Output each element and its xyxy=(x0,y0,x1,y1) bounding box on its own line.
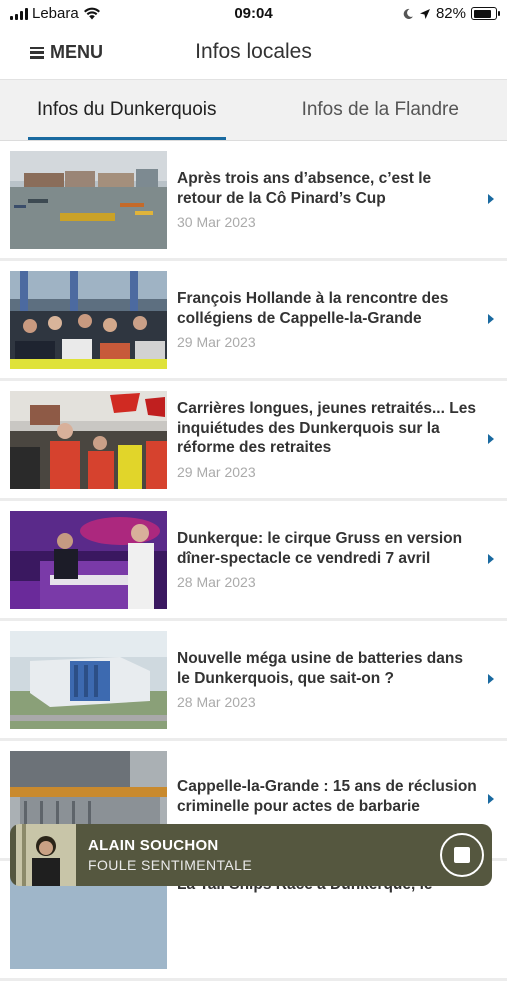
article-date: 28 Mar 2023 xyxy=(177,694,477,710)
article-thumbnail xyxy=(10,271,167,369)
page-title: Infos locales xyxy=(0,40,507,64)
article-title: François Hollande à la rencontre des col… xyxy=(177,289,477,328)
tab-bar: Infos du Dunkerquois Infos de la Flandre xyxy=(0,80,507,141)
tab-infos-dunkerquois[interactable]: Infos du Dunkerquois xyxy=(0,80,254,140)
article-thumbnail xyxy=(10,391,167,489)
stop-button[interactable] xyxy=(440,833,484,877)
article-date: 29 Mar 2023 xyxy=(177,334,477,350)
location-arrow-icon xyxy=(419,8,431,20)
article-title: Cappelle-la-Grande : 15 ans de réclusion… xyxy=(177,777,477,816)
article-item[interactable]: Carrières longues, jeunes retraités... L… xyxy=(0,381,507,501)
article-thumbnail xyxy=(10,511,167,609)
article-title: Carrières longues, jeunes retraités... L… xyxy=(177,399,477,458)
stop-icon xyxy=(454,847,470,863)
article-date: 30 Mar 2023 xyxy=(177,214,477,230)
chevron-right-icon xyxy=(488,554,494,564)
battery-level xyxy=(474,10,491,18)
article-item[interactable]: Dunkerque: le cirque Gruss en version dî… xyxy=(0,501,507,621)
player-song-title: FOULE SENTIMENTALE xyxy=(88,857,252,873)
moon-icon xyxy=(402,8,414,20)
chevron-right-icon xyxy=(488,194,494,204)
article-thumbnail xyxy=(10,151,167,249)
article-text: Nouvelle méga usine de batteries dans le… xyxy=(177,621,477,738)
article-item[interactable]: Après trois ans d’absence, c’est le reto… xyxy=(0,141,507,261)
article-text: Carrières longues, jeunes retraités... L… xyxy=(177,381,477,498)
article-title: Nouvelle méga usine de batteries dans le… xyxy=(177,649,477,688)
app-header: MENU Infos locales xyxy=(0,28,507,80)
chevron-right-icon xyxy=(488,794,494,804)
chevron-right-icon xyxy=(488,674,494,684)
article-date: 29 Mar 2023 xyxy=(177,464,477,480)
article-text: Dunkerque: le cirque Gruss en version dî… xyxy=(177,501,477,618)
tab-infos-flandre[interactable]: Infos de la Flandre xyxy=(254,80,507,140)
battery-icon xyxy=(471,7,497,20)
article-item[interactable]: François Hollande à la rencontre des col… xyxy=(0,261,507,381)
article-title: Dunkerque: le cirque Gruss en version dî… xyxy=(177,529,477,568)
album-artwork xyxy=(16,824,76,886)
article-thumbnail xyxy=(10,631,167,729)
chevron-right-icon xyxy=(488,434,494,444)
article-text: François Hollande à la rencontre des col… xyxy=(177,261,477,378)
article-date: 28 Mar 2023 xyxy=(177,574,477,590)
status-right: 82% xyxy=(402,5,497,22)
status-bar: Lebara 09:04 82% xyxy=(0,0,507,28)
article-text: Après trois ans d’absence, c’est le reto… xyxy=(177,141,477,258)
chevron-right-icon xyxy=(488,314,494,324)
now-playing-bar[interactable]: ALAIN SOUCHON FOULE SENTIMENTALE xyxy=(10,824,492,886)
article-item[interactable]: Nouvelle méga usine de batteries dans le… xyxy=(0,621,507,741)
player-artist: ALAIN SOUCHON xyxy=(88,837,219,854)
battery-percent: 82% xyxy=(436,5,466,22)
article-title: Après trois ans d’absence, c’est le reto… xyxy=(177,169,477,208)
